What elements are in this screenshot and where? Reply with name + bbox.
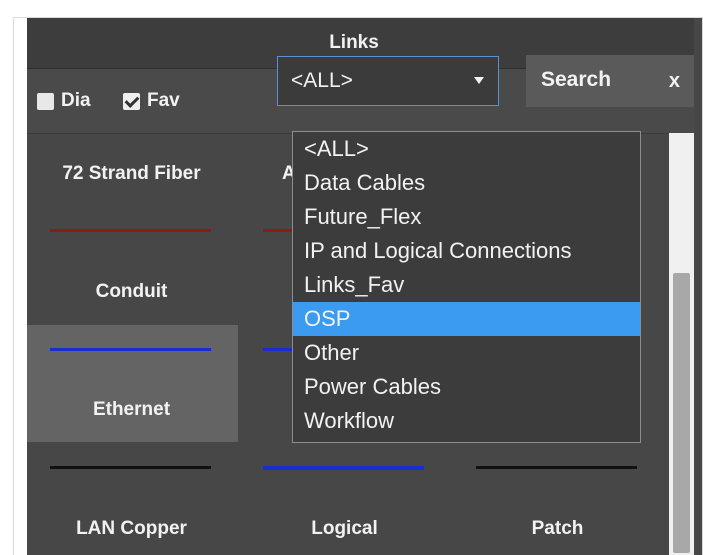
link-line-logical[interactable] — [263, 466, 424, 470]
link-type-label-conduit[interactable]: Conduit — [44, 281, 219, 303]
dropdown-option-ip-logical[interactable]: IP and Logical Connections — [293, 234, 640, 268]
dropdown-option-power-cables[interactable]: Power Cables — [293, 370, 640, 404]
dropdown-option-future-flex[interactable]: Future_Flex — [293, 200, 640, 234]
category-select[interactable]: <ALL> — [277, 56, 499, 106]
search-button-label: Search — [541, 68, 612, 91]
link-type-label-patch[interactable]: Patch — [470, 518, 645, 540]
link-line-ethernet-partial[interactable] — [263, 348, 293, 351]
dropdown-option-data-cables[interactable]: Data Cables — [293, 166, 640, 200]
selected-link-tile-bg — [27, 325, 238, 442]
fav-checkbox[interactable] — [123, 93, 140, 110]
category-select-value: <ALL> — [291, 69, 353, 92]
panel-left-edge — [14, 18, 27, 555]
clear-search-button[interactable]: x — [669, 70, 680, 93]
links-panel: Links Dia Fav <ALL> Search x 72 Strand F… — [14, 18, 702, 555]
scrollbar-thumb[interactable] — [673, 273, 690, 553]
dropdown-option-links-fav[interactable]: Links_Fav — [293, 268, 640, 302]
link-line-a[interactable] — [263, 229, 293, 232]
dia-checkbox-label: Dia — [61, 90, 91, 111]
dropdown-option-workflow[interactable]: Workflow — [293, 404, 640, 438]
dropdown-option-osp[interactable]: OSP — [293, 302, 640, 336]
link-line-conduit[interactable] — [50, 348, 211, 351]
search-button[interactable]: Search x — [526, 55, 694, 107]
link-type-label-72-strand-fiber[interactable]: 72 Strand Fiber — [44, 163, 219, 185]
link-type-label-logical[interactable]: Logical — [257, 518, 432, 540]
link-line-72-strand-fiber[interactable] — [50, 229, 211, 232]
link-type-label-lan-copper[interactable]: LAN Copper — [44, 518, 219, 540]
category-dropdown-list: <ALL> Data Cables Future_Flex IP and Log… — [292, 131, 641, 443]
dropdown-arrow-icon — [474, 77, 484, 84]
link-line-patch[interactable] — [476, 466, 637, 469]
link-type-label-ethernet[interactable]: Ethernet — [44, 399, 219, 421]
fav-checkbox-label: Fav — [147, 90, 180, 111]
dia-checkbox[interactable] — [37, 93, 54, 110]
dropdown-option-other[interactable]: Other — [293, 336, 640, 370]
dropdown-option-all[interactable]: <ALL> — [293, 132, 640, 166]
vertical-scrollbar[interactable] — [669, 133, 694, 555]
panel-title: Links — [329, 32, 379, 53]
link-line-lan-copper[interactable] — [50, 466, 211, 469]
